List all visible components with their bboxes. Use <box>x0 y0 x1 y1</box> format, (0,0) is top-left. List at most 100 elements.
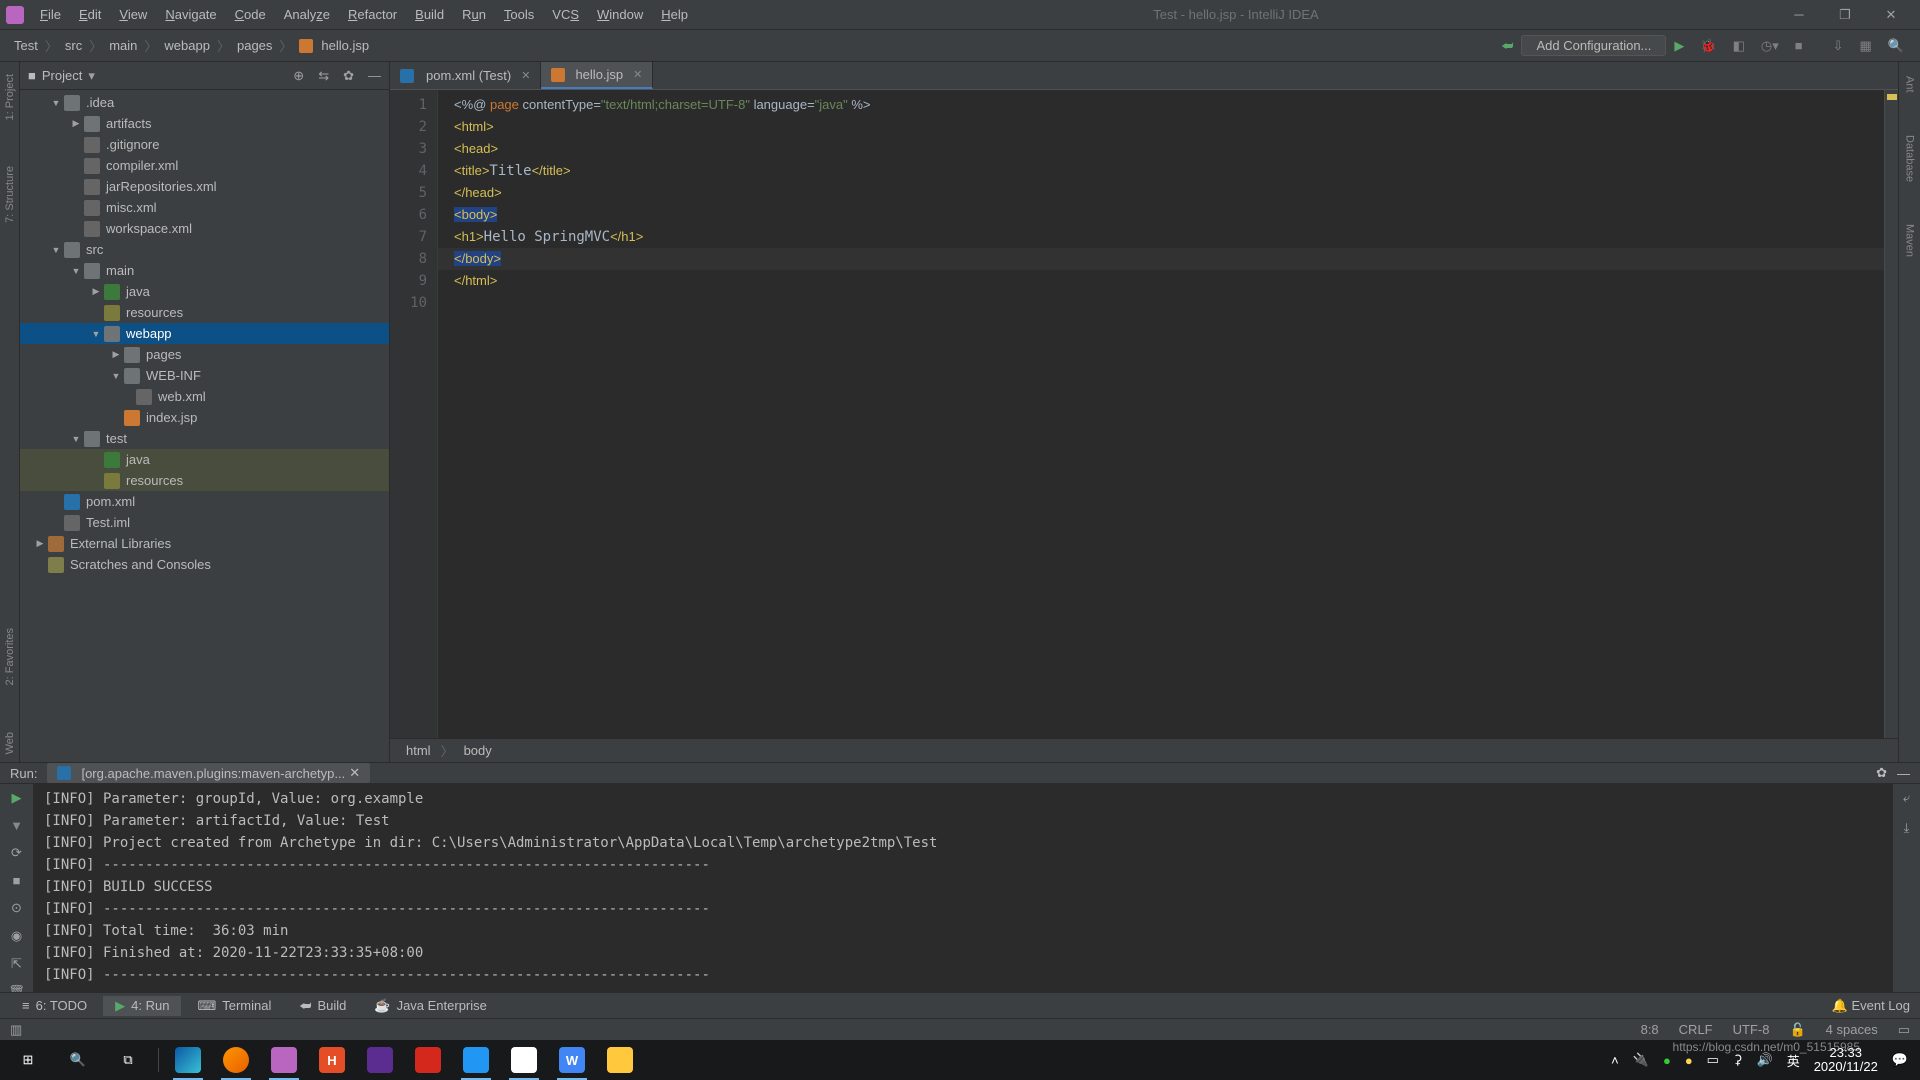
tree-external-libs[interactable]: External Libraries <box>70 536 171 551</box>
volume-icon[interactable]: 🔊 <box>1757 1052 1773 1068</box>
hide-icon[interactable]: — <box>368 68 381 84</box>
project-structure-icon[interactable]: ▦ <box>1852 36 1880 56</box>
crumb-3[interactable]: webapp <box>164 38 210 53</box>
tree-workspace[interactable]: workspace.xml <box>106 221 192 236</box>
tool-ant[interactable]: Ant <box>1904 68 1916 101</box>
crumb-4[interactable]: pages <box>237 38 272 53</box>
stop-icon[interactable]: ■ <box>13 873 21 888</box>
menu-file[interactable]: File <box>32 3 69 26</box>
search-icon[interactable]: 🔍 <box>54 1040 102 1080</box>
menu-help[interactable]: Help <box>653 3 696 26</box>
tab-terminal[interactable]: ⌨Terminal <box>185 996 283 1016</box>
profile-icon[interactable]: ◷▾ <box>1753 36 1787 56</box>
tray-chevron-icon[interactable]: ˄ <box>1611 1053 1619 1068</box>
line-separator[interactable]: CRLF <box>1679 1022 1713 1037</box>
tool-web[interactable]: Web <box>4 724 16 762</box>
menu-navigate[interactable]: Navigate <box>157 3 224 26</box>
export-icon[interactable]: ⇱ <box>11 956 22 972</box>
explorer-icon[interactable] <box>597 1040 643 1080</box>
close-icon[interactable]: ✕ <box>521 69 530 82</box>
tree-src[interactable]: src <box>86 242 103 257</box>
build-icon[interactable]: ⮨ <box>1493 36 1521 56</box>
tab-build[interactable]: ⮨Build <box>287 996 358 1016</box>
app-cloud-icon[interactable] <box>501 1040 547 1080</box>
debug-icon[interactable]: 🐞 <box>1692 36 1724 56</box>
tree-webapp[interactable]: webapp <box>126 326 172 341</box>
search-everywhere-icon[interactable]: 🔍 <box>1880 36 1912 56</box>
readonly-icon[interactable]: 🔓 <box>1789 1022 1805 1038</box>
tab-java-enterprise[interactable]: ☕Java Enterprise <box>362 996 499 1016</box>
tool-maven[interactable]: Maven <box>1904 216 1916 265</box>
project-tree[interactable]: ▼.idea ▶artifacts .gitignore compiler.xm… <box>20 90 389 762</box>
gear-icon[interactable]: ✿ <box>343 68 354 84</box>
tool-favorites[interactable]: 2: Favorites <box>4 620 16 693</box>
code-content[interactable]: <%@ page contentType="text/html;charset=… <box>438 90 1884 738</box>
intellij-icon[interactable] <box>261 1040 307 1080</box>
hide-icon[interactable]: — <box>1897 766 1910 781</box>
firefox-icon[interactable] <box>213 1040 259 1080</box>
encoding[interactable]: UTF-8 <box>1733 1022 1770 1037</box>
minimize-button[interactable]: ─ <box>1776 0 1822 30</box>
tree-idea[interactable]: .idea <box>86 95 114 110</box>
crumb-5[interactable]: hello.jsp <box>321 38 369 53</box>
app-h-icon[interactable]: H <box>309 1040 355 1080</box>
menu-edit[interactable]: Edit <box>71 3 109 26</box>
tab-pom[interactable]: pom.xml (Test)✕ <box>390 62 541 89</box>
task-view-icon[interactable]: ⧉ <box>104 1040 152 1080</box>
crumb-2[interactable]: main <box>109 38 137 53</box>
wps-icon[interactable]: W <box>549 1040 595 1080</box>
tab-hello[interactable]: hello.jsp✕ <box>541 62 653 89</box>
tab-todo[interactable]: ≡6: TODO <box>10 996 99 1015</box>
caret-position[interactable]: 8:8 <box>1641 1022 1659 1037</box>
close-icon[interactable]: ✕ <box>633 68 642 81</box>
system-tray[interactable]: ˄ 🔌 ● ● ▭ ⚳ 🔊 英 23:33 2020/11/22 💬 https… <box>1611 1046 1916 1074</box>
tree-iml[interactable]: Test.iml <box>86 515 130 530</box>
event-log-button[interactable]: 🔔 Event Log <box>1832 998 1910 1014</box>
maximize-button[interactable]: ❐ <box>1822 0 1868 30</box>
stop-icon[interactable]: ⟳ <box>11 845 22 861</box>
coverage-icon[interactable]: ◧ <box>1725 36 1753 56</box>
start-button[interactable]: ⊞ <box>4 1040 52 1080</box>
menu-vcs[interactable]: VCS <box>544 3 587 26</box>
edge-icon[interactable] <box>165 1040 211 1080</box>
camera-icon[interactable]: ◉ <box>11 928 22 944</box>
tray-icon[interactable]: ● <box>1663 1053 1671 1068</box>
tree-test[interactable]: test <box>106 431 127 446</box>
tray-icon[interactable]: 🔌 <box>1633 1052 1649 1068</box>
update-project-icon[interactable]: ⇩ <box>1825 36 1852 56</box>
crumb-0[interactable]: Test <box>14 38 38 53</box>
editor-breadcrumb[interactable]: html〉body <box>390 738 1898 762</box>
app-phone-icon[interactable] <box>453 1040 499 1080</box>
tray-icon[interactable]: ▭ <box>1707 1052 1719 1068</box>
tree-java[interactable]: java <box>126 284 150 299</box>
breadcrumb[interactable]: Test〉 src〉 main〉 webapp〉 pages〉 hello.js… <box>8 36 369 55</box>
tree-gitignore[interactable]: .gitignore <box>106 137 159 152</box>
code-editor[interactable]: 12345678910 <%@ page contentType="text/h… <box>390 90 1898 738</box>
soft-wrap-icon[interactable]: ⤶ <box>1903 790 1910 806</box>
tool-project[interactable]: 1: Project <box>4 66 16 128</box>
menu-tools[interactable]: Tools <box>496 3 542 26</box>
tree-pom[interactable]: pom.xml <box>86 494 135 509</box>
menu-refactor[interactable]: Refactor <box>340 3 405 26</box>
stop-icon[interactable]: ■ <box>1787 36 1811 55</box>
menu-view[interactable]: View <box>111 3 155 26</box>
mem-icon[interactable]: ▭ <box>1898 1022 1910 1038</box>
tree-webinf[interactable]: WEB-INF <box>146 368 201 383</box>
notifications-icon[interactable]: 💬 <box>1892 1052 1908 1068</box>
tool-structure[interactable]: 7: Structure <box>4 158 16 231</box>
menu-window[interactable]: Window <box>589 3 651 26</box>
indent[interactable]: 4 spaces <box>1826 1022 1878 1037</box>
toggle-icon[interactable]: ⊙ <box>11 900 22 916</box>
run-tab[interactable]: [org.apache.maven.plugins:maven-archetyp… <box>47 763 370 783</box>
wifi-icon[interactable]: ⚳ <box>1733 1052 1743 1068</box>
menu-code[interactable]: Code <box>227 3 274 26</box>
status-widget-icon[interactable]: ▥ <box>10 1022 22 1038</box>
tab-run[interactable]: ▶4: Run <box>103 996 181 1016</box>
tree-main[interactable]: main <box>106 263 134 278</box>
tree-test-java[interactable]: java <box>126 452 150 467</box>
menu-run[interactable]: Run <box>454 3 494 26</box>
gear-icon[interactable]: ✿ <box>1876 765 1887 781</box>
tree-webxml[interactable]: web.xml <box>158 389 206 404</box>
tray-icon[interactable]: ● <box>1685 1053 1693 1068</box>
rerun-icon[interactable]: ▶ <box>12 790 22 806</box>
